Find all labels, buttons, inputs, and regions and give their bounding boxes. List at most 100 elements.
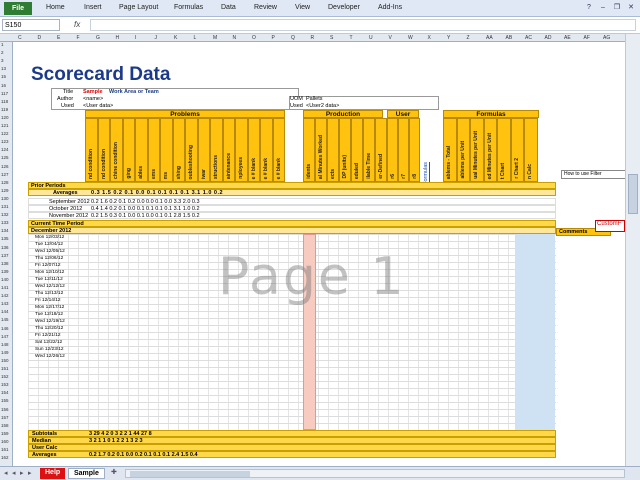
row-header[interactable]: 154: [1, 390, 9, 395]
row-header[interactable]: 121: [1, 123, 9, 128]
last-sheet-icon[interactable]: ▸: [28, 469, 32, 477]
row-header[interactable]: 143: [1, 301, 9, 306]
column-header[interactable]: X: [428, 34, 431, 42]
row-header[interactable]: 136: [1, 245, 9, 250]
formula-input[interactable]: [90, 19, 636, 31]
row-header[interactable]: 123: [1, 139, 9, 144]
prior-row[interactable]: September 2012 0.2 1.6 0.2 0.1 0.2 0.0 0.…: [28, 198, 556, 205]
column-header[interactable]: W: [408, 34, 413, 42]
horizontal-scroll-thumb[interactable]: [130, 471, 250, 477]
column-header[interactable]: G: [96, 34, 100, 42]
row-header[interactable]: 148: [1, 342, 9, 347]
column-header[interactable]: AD: [545, 34, 552, 42]
row-header[interactable]: 162: [1, 455, 9, 460]
close-icon[interactable]: ✕: [626, 3, 636, 13]
column-header[interactable]: H: [116, 34, 120, 42]
row-header[interactable]: 152: [1, 374, 9, 379]
row-header[interactable]: 159: [1, 431, 9, 436]
row-header[interactable]: 145: [1, 317, 9, 322]
prior-row[interactable]: October 2012 0.4 1.4 0.2 0.1 0.0 0.1 0.1 …: [28, 205, 556, 212]
row-header[interactable]: 141: [1, 285, 9, 290]
row-header[interactable]: 129: [1, 188, 9, 193]
column-header[interactable]: L: [194, 34, 197, 42]
column-header[interactable]: U: [369, 34, 373, 42]
row-header[interactable]: 158: [1, 423, 9, 428]
column-header[interactable]: AB: [506, 34, 513, 42]
row-header[interactable]: 160: [1, 439, 9, 444]
tab-insert[interactable]: Insert: [84, 4, 102, 11]
row-header[interactable]: 16: [1, 83, 6, 88]
fx-icon[interactable]: fx: [74, 20, 80, 29]
row-header[interactable]: 118: [1, 99, 8, 104]
row-header[interactable]: 134: [1, 228, 9, 233]
prior-row[interactable]: November 2012 0.2 1.5 0.3 0.1 0.0 0.1 0.0…: [28, 212, 556, 219]
worksheet[interactable]: Scorecard Data Title Sample Work Area or…: [13, 42, 625, 466]
column-header[interactable]: V: [389, 34, 392, 42]
row-header[interactable]: 146: [1, 326, 9, 331]
column-header[interactable]: F: [77, 34, 80, 42]
row-header[interactable]: 140: [1, 277, 9, 282]
row-header[interactable]: 149: [1, 350, 9, 355]
row-header[interactable]: 150: [1, 358, 9, 363]
row-header[interactable]: 142: [1, 293, 9, 298]
row-header[interactable]: 15: [1, 74, 6, 79]
row-header[interactable]: 13: [1, 66, 6, 71]
column-header[interactable]: P: [272, 34, 275, 42]
row-header[interactable]: 1: [1, 42, 4, 47]
column-header[interactable]: J: [155, 34, 158, 42]
row-header[interactable]: 137: [1, 253, 9, 258]
column-header[interactable]: C: [18, 34, 22, 42]
row-header[interactable]: 120: [1, 115, 9, 120]
tab-data[interactable]: Data: [221, 4, 236, 11]
column-header[interactable]: AE: [564, 34, 571, 42]
row-header[interactable]: 147: [1, 334, 9, 339]
tab-sample[interactable]: Sample: [68, 468, 105, 479]
row-header[interactable]: 132: [1, 212, 9, 217]
column-header[interactable]: S: [330, 34, 333, 42]
minimize-icon[interactable]: –: [598, 3, 608, 13]
row-header[interactable]: 139: [1, 269, 9, 274]
row-header[interactable]: 3: [1, 58, 4, 63]
row-header[interactable]: 117: [1, 91, 8, 96]
column-header[interactable]: R: [311, 34, 315, 42]
next-sheet-icon[interactable]: ▸: [20, 469, 24, 477]
first-sheet-icon[interactable]: ◂: [4, 469, 8, 477]
custom-button[interactable]: CustomF: [595, 220, 625, 232]
row-header[interactable]: 151: [1, 366, 9, 371]
column-header[interactable]: M: [213, 34, 217, 42]
tab-home[interactable]: Home: [46, 4, 65, 11]
column-header[interactable]: Z: [467, 34, 470, 42]
column-header[interactable]: D: [38, 34, 42, 42]
prev-sheet-icon[interactable]: ◂: [12, 469, 16, 477]
tab-add-ins[interactable]: Add-Ins: [378, 4, 402, 11]
column-header[interactable]: O: [252, 34, 256, 42]
row-header[interactable]: 131: [1, 204, 9, 209]
tab-help[interactable]: Help: [40, 468, 66, 479]
filter-hint[interactable]: How to use Filter: [561, 170, 625, 179]
row-header[interactable]: 124: [1, 147, 9, 152]
column-header[interactable]: AG: [603, 34, 610, 42]
column-header[interactable]: AA: [486, 34, 493, 42]
row-header[interactable]: 125: [1, 155, 9, 160]
row-header[interactable]: 122: [1, 131, 9, 136]
column-header[interactable]: AF: [584, 34, 590, 42]
tab-formulas[interactable]: Formulas: [174, 4, 203, 11]
row-header[interactable]: 153: [1, 382, 9, 387]
row-header[interactable]: 161: [1, 447, 9, 452]
vertical-scrollbar[interactable]: [625, 34, 640, 466]
tab-page-layout[interactable]: Page Layout: [119, 4, 158, 11]
row-header[interactable]: 156: [1, 407, 9, 412]
row-header[interactable]: 138: [1, 261, 9, 266]
tab-view[interactable]: View: [295, 4, 310, 11]
column-header[interactable]: AC: [525, 34, 532, 42]
row-header[interactable]: 127: [1, 172, 9, 177]
row-header[interactable]: 133: [1, 220, 9, 225]
row-header[interactable]: 2: [1, 50, 4, 55]
column-header[interactable]: Q: [291, 34, 295, 42]
row-header[interactable]: 157: [1, 415, 9, 420]
row-header[interactable]: 126: [1, 164, 9, 169]
new-sheet-icon[interactable]: ✚: [106, 468, 122, 479]
row-header[interactable]: 155: [1, 398, 9, 403]
column-header[interactable]: E: [57, 34, 60, 42]
row-header[interactable]: 130: [1, 196, 9, 201]
